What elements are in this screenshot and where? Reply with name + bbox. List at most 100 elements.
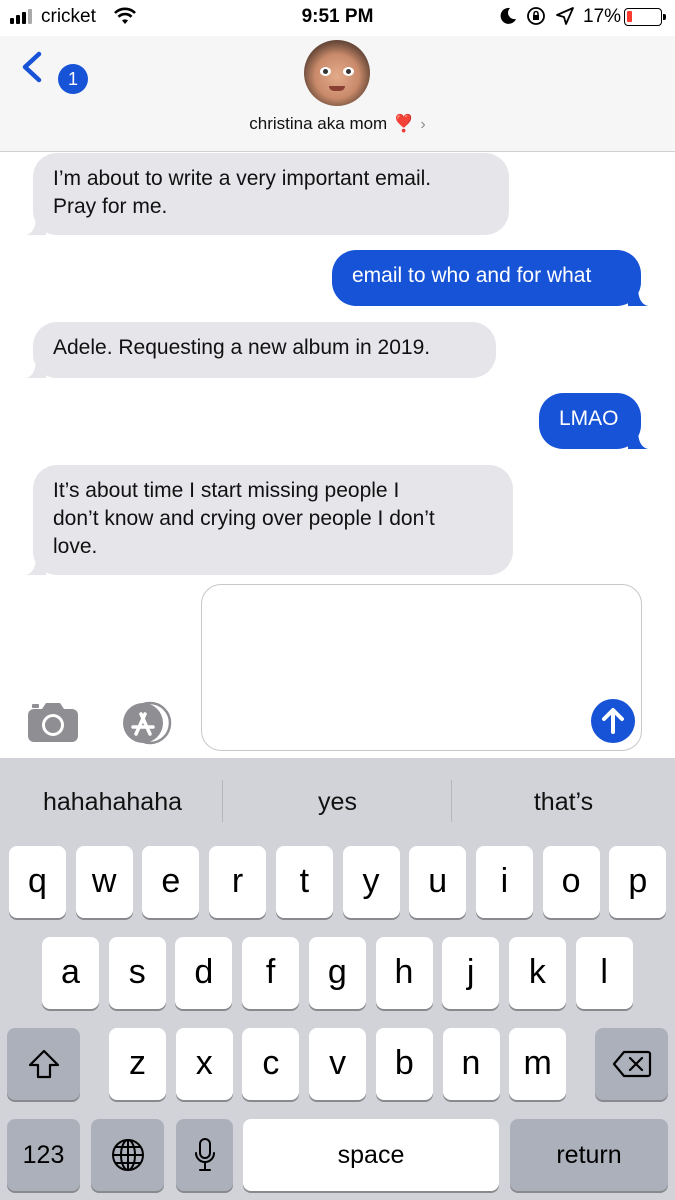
- key-j[interactable]: j: [442, 937, 500, 1009]
- message-bubble-received[interactable]: Adele. Requesting a new album in 2019.: [26, 322, 496, 378]
- key-q[interactable]: q: [9, 846, 66, 918]
- key-c[interactable]: c: [242, 1028, 300, 1100]
- moon-icon: [500, 7, 516, 24]
- chevron-left-icon: [22, 51, 42, 83]
- key-x[interactable]: x: [175, 1028, 233, 1100]
- key-a[interactable]: a: [42, 937, 99, 1009]
- key-b[interactable]: b: [375, 1028, 433, 1100]
- contact-name-button[interactable]: christina aka mom ❣️ ›: [0, 114, 675, 134]
- key-y[interactable]: y: [342, 846, 400, 918]
- contact-name: christina aka mom: [249, 114, 388, 133]
- message-input[interactable]: [201, 584, 642, 751]
- key-p[interactable]: p: [609, 846, 667, 918]
- key-label: b: [394, 1044, 414, 1082]
- battery-percent: 17%: [583, 6, 622, 27]
- key-l[interactable]: l: [575, 937, 633, 1009]
- message-text-line: I’m about to write a very important emai…: [53, 167, 432, 190]
- key-t[interactable]: t: [275, 846, 333, 918]
- key-h[interactable]: h: [375, 937, 433, 1009]
- space-key-label: space: [337, 1141, 405, 1169]
- key-label: z: [129, 1044, 146, 1082]
- unread-count-badge: 1: [58, 64, 88, 94]
- key-e[interactable]: e: [142, 846, 200, 918]
- key-z[interactable]: z: [109, 1028, 166, 1100]
- key-label: r: [231, 862, 244, 900]
- key-label: t: [299, 862, 310, 900]
- message-text-line: It’s about time I start missing people I: [53, 479, 400, 502]
- app-store-icon[interactable]: [114, 701, 174, 745]
- key-u[interactable]: u: [409, 846, 467, 918]
- send-button[interactable]: [591, 699, 635, 743]
- battery-icon: [624, 8, 666, 26]
- back-button[interactable]: 1: [16, 48, 88, 94]
- suggestion-2[interactable]: yes: [225, 758, 450, 844]
- key-label: c: [262, 1044, 280, 1082]
- message-text-line: LMAO: [559, 407, 619, 430]
- numbers-key[interactable]: 123: [7, 1119, 80, 1191]
- key-s[interactable]: s: [108, 937, 166, 1009]
- message-bubble-sent[interactable]: email to who and for what: [332, 250, 648, 306]
- space-key[interactable]: space: [243, 1119, 499, 1191]
- heart-emoji: ❣️: [393, 114, 415, 133]
- key-label: s: [128, 953, 146, 991]
- key-label: x: [195, 1044, 213, 1082]
- location-icon: [556, 7, 574, 25]
- key-w[interactable]: w: [75, 846, 133, 918]
- camera-icon[interactable]: [26, 700, 80, 744]
- message-bubble-sent[interactable]: LMAO: [539, 393, 648, 449]
- key-label: m: [523, 1044, 552, 1082]
- message-text-line: love.: [53, 535, 98, 558]
- key-k[interactable]: k: [508, 937, 566, 1009]
- key-label: y: [362, 862, 380, 900]
- key-r[interactable]: r: [209, 846, 267, 918]
- globe-icon: [111, 1139, 144, 1171]
- chevron-right-icon: ›: [420, 116, 426, 133]
- avatar[interactable]: [304, 40, 370, 106]
- send-arrow-icon: [602, 708, 624, 734]
- status-bar: cricket 9:51 PM 17%: [0, 0, 675, 36]
- conversation-header: 1 christina aka mom ❣️ ›: [0, 36, 675, 152]
- globe-key[interactable]: [91, 1119, 164, 1191]
- return-key[interactable]: return: [510, 1119, 668, 1191]
- message-bubble-received[interactable]: I’m about to write a very important emai…: [26, 153, 509, 235]
- microphone-icon: [194, 1138, 215, 1171]
- shift-icon: [28, 1049, 59, 1079]
- key-n[interactable]: n: [442, 1028, 500, 1100]
- key-label: p: [628, 862, 648, 900]
- message-text-line: Pray for me.: [53, 195, 168, 218]
- message-text-line: don’t know and crying over people I don’…: [53, 507, 435, 530]
- key-label: o: [561, 862, 581, 900]
- suggestion-3[interactable]: that’s: [451, 758, 675, 844]
- key-label: e: [161, 862, 181, 900]
- backspace-key[interactable]: [595, 1028, 668, 1100]
- key-m[interactable]: m: [509, 1028, 567, 1100]
- key-label: k: [528, 953, 546, 991]
- battery-fill: [627, 11, 632, 22]
- message-text-line: email to who and for what: [352, 264, 592, 287]
- numbers-key-label: 123: [22, 1141, 65, 1169]
- key-label: a: [61, 953, 80, 991]
- key-label: d: [194, 953, 214, 991]
- key-label: f: [265, 953, 276, 991]
- key-label: q: [28, 862, 47, 900]
- key-label: i: [500, 862, 509, 900]
- keyboard: hahahahaha yes that’s q w e r t y u i o p a s d f g h j…: [0, 758, 675, 1200]
- return-key-label: return: [556, 1141, 622, 1169]
- key-g[interactable]: g: [308, 937, 366, 1009]
- key-label: v: [329, 1044, 347, 1082]
- message-text-line: Adele. Requesting a new album in 2019.: [53, 336, 431, 359]
- key-d[interactable]: d: [175, 937, 233, 1009]
- microphone-key[interactable]: [176, 1119, 233, 1191]
- key-f[interactable]: f: [242, 937, 300, 1009]
- key-label: l: [600, 953, 608, 991]
- key-o[interactable]: o: [542, 846, 600, 918]
- rotation-lock-icon: [527, 7, 545, 25]
- message-bubble-received[interactable]: It’s about time I start missing people I…: [26, 465, 513, 575]
- key-i[interactable]: i: [475, 846, 533, 918]
- key-label: j: [466, 953, 475, 991]
- shift-key[interactable]: [7, 1028, 80, 1100]
- key-v[interactable]: v: [309, 1028, 367, 1100]
- suggestion-1[interactable]: hahahahaha: [0, 758, 225, 844]
- key-label: n: [461, 1044, 481, 1082]
- key-label: h: [394, 953, 414, 991]
